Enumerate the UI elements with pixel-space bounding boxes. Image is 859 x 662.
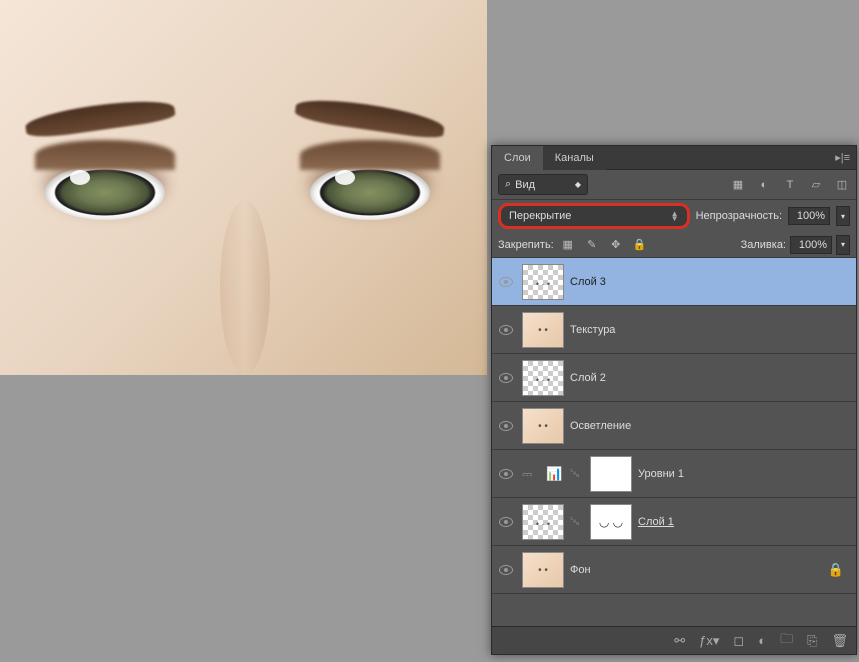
search-icon: ⌕	[505, 178, 511, 191]
link-layers-icon[interactable]: ⚯	[674, 633, 685, 649]
layer-thumbnail[interactable]	[522, 312, 564, 348]
panel-footer: ⚯ ƒx▾ ◻ ◐ 🗀 ⎘ 🗑	[492, 626, 856, 654]
layer-name[interactable]: Слой 2	[570, 372, 852, 384]
opacity-label: Непрозрачность:	[696, 210, 782, 222]
fx-icon[interactable]: ƒx▾	[699, 633, 719, 649]
visibility-toggle[interactable]	[499, 421, 513, 431]
fill-label: Заливка:	[741, 239, 786, 251]
filter-adjust-icon[interactable]: ◐	[756, 177, 772, 193]
fill-input[interactable]	[790, 236, 832, 254]
layers-list: • · • Слой 3 Текстура • · • Слой 2 Освет…	[492, 258, 856, 594]
tab-channels[interactable]: Каналы	[543, 146, 606, 170]
mask-thumbnail[interactable]	[590, 456, 632, 492]
layer-row[interactable]: ⎓ 📊 ␘ Уровни 1	[492, 450, 856, 498]
lock-position-icon[interactable]: ✥	[608, 237, 624, 253]
blend-row: Перекрытие ▲▼ Непрозрачность: ▾	[492, 200, 856, 232]
visibility-toggle[interactable]	[499, 517, 513, 527]
lock-icon: 🔒	[828, 562, 844, 578]
adjustment-icon[interactable]: ◐	[758, 633, 766, 648]
adjust-icon: ⎓	[522, 466, 540, 482]
layer-name[interactable]: Осветление	[570, 420, 852, 432]
link-icon[interactable]: ␘	[570, 466, 584, 481]
filter-label: Вид	[515, 179, 535, 191]
lock-image-icon[interactable]: ✎	[584, 237, 600, 253]
lock-transparent-icon[interactable]: ▦	[560, 237, 576, 253]
link-icon[interactable]: ␘	[570, 514, 584, 529]
filter-smart-icon[interactable]: ◫	[834, 177, 850, 193]
visibility-toggle[interactable]	[499, 373, 513, 383]
visibility-toggle[interactable]	[499, 469, 513, 479]
lock-row: Закрепить: ▦ ✎ ✥ 🔒 Заливка: ▾	[492, 232, 856, 258]
eyebrow-left	[24, 95, 176, 141]
layer-thumbnail[interactable]	[522, 552, 564, 588]
layer-name[interactable]: Текстура	[570, 324, 852, 336]
layer-row[interactable]: Фон 🔒	[492, 546, 856, 594]
blend-mode-select[interactable]: Перекрытие ▲▼	[498, 203, 690, 229]
blend-mode-value: Перекрытие	[509, 210, 571, 222]
new-layer-icon[interactable]: ⎘	[807, 633, 817, 649]
layers-panel: Слои Каналы ▸|≡ ⌕ Вид ◆ ▦ ◐ T ▱ ◫ Перекр…	[491, 145, 857, 655]
lock-all-icon[interactable]: 🔒	[632, 237, 648, 253]
filter-type-select[interactable]: ⌕ Вид ◆	[498, 174, 588, 195]
eyebrow-right	[294, 95, 446, 141]
panel-tabs: Слои Каналы ▸|≡	[492, 146, 856, 170]
mask-thumbnail[interactable]	[590, 504, 632, 540]
filter-type-icon[interactable]: T	[782, 177, 798, 193]
visibility-toggle[interactable]	[499, 565, 513, 575]
layer-name[interactable]: Слой 1	[638, 516, 852, 528]
layer-thumbnail[interactable]: • · •	[522, 264, 564, 300]
layer-name[interactable]: Слой 3	[570, 276, 852, 288]
opacity-stepper[interactable]: ▾	[836, 206, 850, 226]
visibility-toggle[interactable]	[499, 277, 513, 287]
layer-row[interactable]: • · • ␘ Слой 1	[492, 498, 856, 546]
layer-row[interactable]: Осветление	[492, 402, 856, 450]
filter-row: ⌕ Вид ◆ ▦ ◐ T ▱ ◫	[492, 170, 856, 200]
filter-pixel-icon[interactable]: ▦	[730, 177, 746, 193]
eye-left	[45, 165, 165, 220]
fill-stepper[interactable]: ▾	[836, 235, 850, 255]
opacity-input[interactable]	[788, 207, 830, 225]
layer-thumbnail[interactable]	[522, 408, 564, 444]
layer-thumbnail[interactable]: • · •	[522, 360, 564, 396]
canvas-image[interactable]	[0, 0, 487, 375]
layer-thumbnail[interactable]: • · •	[522, 504, 564, 540]
nose	[220, 200, 270, 375]
layer-row[interactable]: Текстура	[492, 306, 856, 354]
filter-icons: ▦ ◐ T ▱ ◫	[730, 177, 850, 193]
layer-name[interactable]: Уровни 1	[638, 468, 852, 480]
lock-icons: ▦ ✎ ✥ 🔒	[560, 237, 648, 253]
layer-row[interactable]: • · • Слой 3	[492, 258, 856, 306]
layer-row[interactable]: • · • Слой 2	[492, 354, 856, 402]
group-icon[interactable]: 🗀	[780, 630, 793, 652]
panel-menu-icon[interactable]: ▸|≡	[829, 151, 856, 164]
visibility-toggle[interactable]	[499, 325, 513, 335]
delete-icon[interactable]: 🗑	[831, 633, 848, 649]
tab-layers[interactable]: Слои	[492, 146, 543, 170]
eye-right	[310, 165, 430, 220]
dropdown-arrows-icon: ▲▼	[671, 211, 679, 221]
layer-name[interactable]: Фон	[570, 564, 822, 576]
filter-shape-icon[interactable]: ▱	[808, 177, 824, 193]
levels-icon: 📊	[546, 466, 564, 482]
mask-icon[interactable]: ◻	[733, 633, 744, 649]
lock-label: Закрепить:	[498, 239, 554, 251]
